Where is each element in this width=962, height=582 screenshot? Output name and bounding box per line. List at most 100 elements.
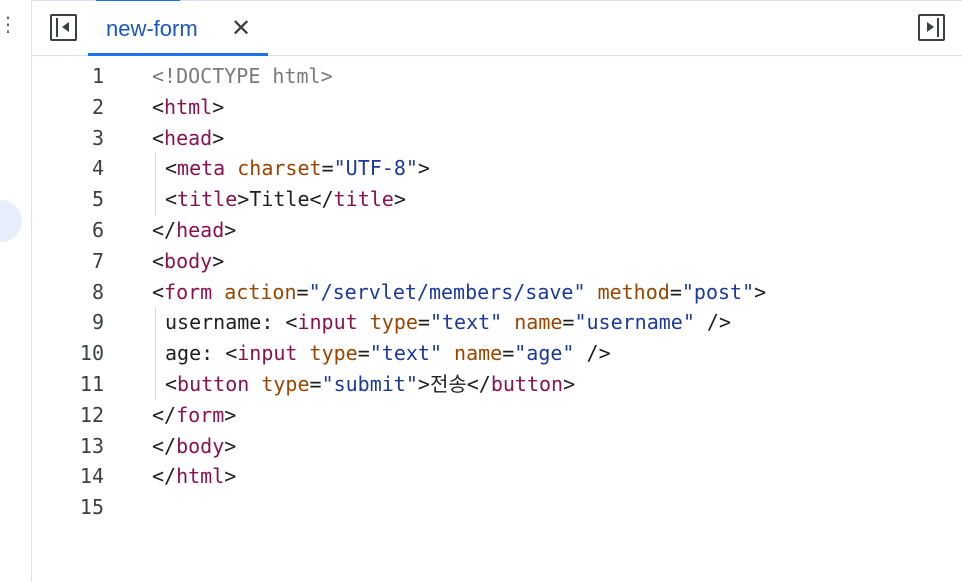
code-token: body: [176, 433, 225, 458]
code-line[interactable]: 7 <body>: [32, 246, 962, 277]
tab-bar: new-form ✕: [32, 1, 962, 56]
code-editor[interactable]: 1 <!DOCTYPE html> 2 <html> 3 <head> 4 <meta cha…: [32, 61, 962, 582]
selected-item-highlight[interactable]: [0, 200, 22, 242]
line-number: 6: [91, 217, 104, 242]
code-token: />: [694, 310, 732, 335]
code-line[interactable]: 4 <meta charset="UTF-8">: [32, 153, 962, 185]
code-line[interactable]: 6 </head>: [32, 215, 962, 246]
code-line[interactable]: 2 <html>: [32, 92, 962, 123]
code-token: =: [357, 341, 370, 366]
code-line[interactable]: 1 <!DOCTYPE html>: [32, 61, 962, 92]
code-token: <: [225, 341, 238, 366]
code-line[interactable]: 12 </form>: [32, 400, 962, 431]
code-token: >: [417, 156, 430, 181]
code-line[interactable]: 15: [32, 492, 962, 523]
code-token: type: [369, 310, 418, 335]
toggle-bar: [937, 18, 939, 37]
code-token: =: [562, 310, 575, 335]
more-vertical-icon[interactable]: ⋮: [0, 14, 18, 34]
code-token: form: [164, 279, 213, 304]
code-token: <!DOCTYPE html>: [152, 64, 333, 88]
code-text: <html>: [152, 92, 224, 123]
code-line[interactable]: 9 username: <input type="text" name="user…: [32, 307, 962, 339]
code-token: <: [165, 156, 178, 181]
code-line[interactable]: 11 <button type="submit">전송</button>: [32, 368, 962, 400]
code-token: "text": [429, 310, 503, 335]
code-token: "post": [681, 279, 755, 304]
code-token: head: [176, 217, 225, 242]
code-text: <body>: [152, 246, 224, 277]
code-token: name: [454, 341, 503, 366]
code-text: age: <input type="text" name="age" />: [165, 338, 611, 369]
code-token: =: [669, 279, 682, 304]
code-token: </: [152, 464, 177, 489]
code-token: html: [164, 94, 213, 119]
code-text: </form>: [152, 400, 236, 431]
code-token: >: [224, 464, 237, 489]
code-token: >: [224, 217, 237, 242]
code-text: <button type="submit">전송</button>: [165, 369, 575, 400]
active-tab-indicator: [88, 53, 268, 56]
sidebar-collapse-right-icon[interactable]: [918, 14, 945, 41]
code-token: "submit": [321, 371, 418, 396]
sidebar-collapse-left-icon[interactable]: [50, 14, 77, 41]
code-token: <: [152, 125, 165, 150]
code-token: =: [309, 371, 322, 396]
code-token: type: [261, 371, 310, 396]
code-token: </: [152, 433, 177, 458]
line-number: 10: [79, 341, 104, 366]
code-text: <!DOCTYPE html>: [152, 61, 333, 92]
code-token: </: [152, 217, 177, 242]
code-token: =: [502, 341, 515, 366]
code-token: head: [164, 125, 213, 150]
code-token: "username": [574, 310, 695, 335]
code-line[interactable]: 13 </body>: [32, 431, 962, 462]
close-icon[interactable]: ✕: [231, 14, 251, 42]
code-token: html: [176, 464, 225, 489]
code-token: button: [177, 371, 250, 396]
code-token: body: [164, 248, 213, 273]
code-text: </head>: [152, 215, 236, 246]
code-token: title: [177, 187, 238, 212]
code-token: "text": [369, 341, 442, 366]
code-token: action: [224, 279, 297, 304]
code-text: <title>Title</title>: [165, 184, 406, 215]
line-number: 5: [91, 187, 104, 212]
line-number: 8: [91, 279, 104, 304]
code-token: >: [393, 187, 406, 212]
code-token: method: [597, 279, 670, 304]
code-token: >: [417, 371, 430, 396]
code-token: >: [212, 248, 225, 273]
code-line[interactable]: 8 <form action="/servlet/members/save" me…: [32, 277, 962, 308]
code-token: title: [333, 187, 394, 212]
line-number: 15: [79, 495, 104, 520]
code-token: >: [563, 371, 576, 396]
code-text: username: <input type="text" name="usern…: [165, 307, 731, 338]
line-number: 9: [91, 310, 104, 335]
code-token: input: [297, 310, 358, 335]
tab-new-form[interactable]: new-form ✕: [88, 1, 268, 56]
editor-window: ⋮ new-form ✕ 1 <!DOCTYPE html> 2 <html> 3 <he…: [0, 0, 962, 582]
code-token: />: [574, 341, 611, 366]
code-text: </html>: [152, 461, 236, 492]
code-line[interactable]: 3 <head>: [32, 123, 962, 154]
code-token: "UTF-8": [333, 156, 418, 181]
code-token: =: [417, 310, 430, 335]
code-token: </: [309, 187, 334, 212]
code-token: <: [285, 310, 298, 335]
code-line[interactable]: 5 <title>Title</title>: [32, 184, 962, 215]
code-token: >: [212, 94, 225, 119]
indent-guide: [155, 153, 156, 185]
code-token: =: [321, 156, 334, 181]
toggle-arrow: [62, 22, 69, 32]
code-token: Title: [249, 187, 310, 212]
left-pane-sliver: ⋮: [0, 0, 32, 582]
line-number: 4: [91, 156, 104, 181]
code-line[interactable]: 14 </html>: [32, 461, 962, 492]
code-line[interactable]: 10 age: <input type="text" name="age" />: [32, 338, 962, 369]
